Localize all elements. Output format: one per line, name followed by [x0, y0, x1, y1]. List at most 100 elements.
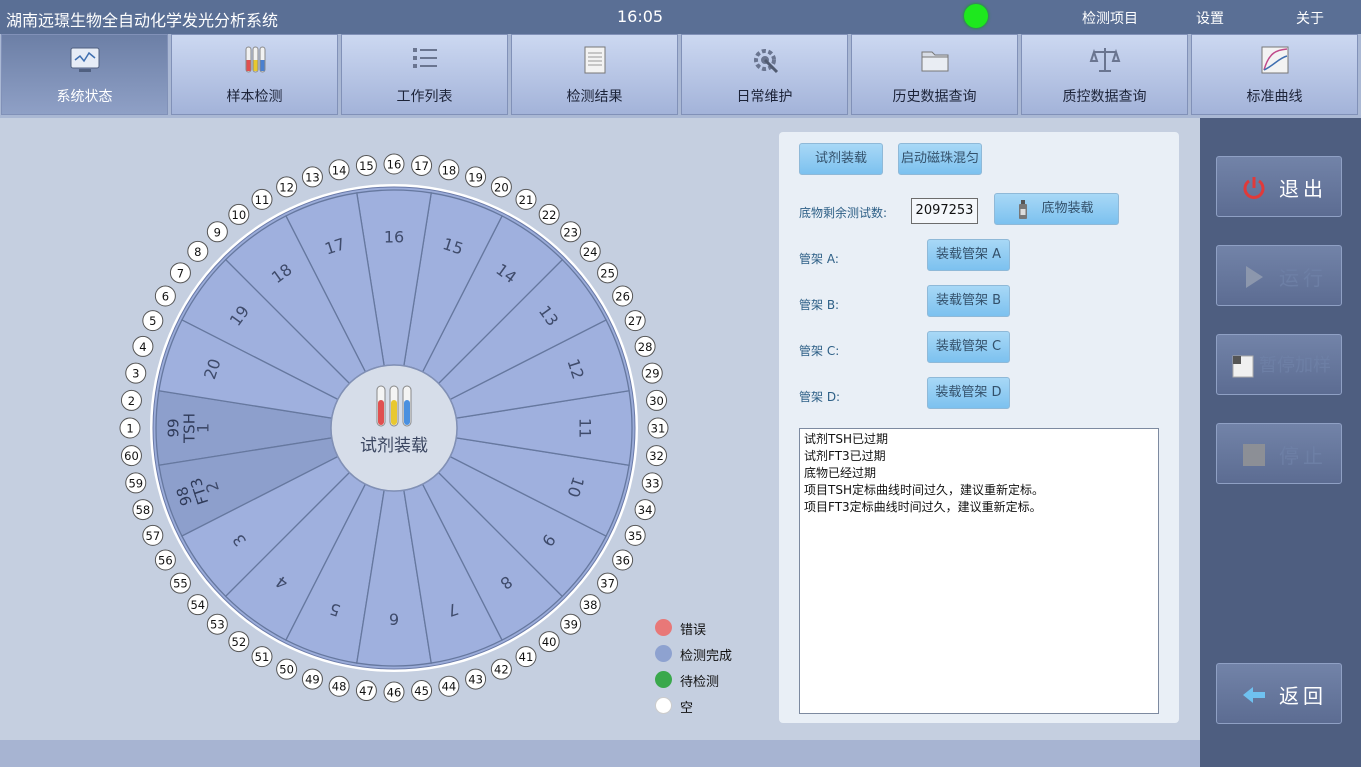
sample-position-label: 2 [128, 394, 135, 408]
sample-position-32[interactable]: 32 [646, 445, 668, 467]
reagent-name: TSH [181, 413, 199, 444]
tab-label: 检测结果 [566, 89, 623, 105]
sample-position-12[interactable]: 12 [276, 176, 298, 198]
tab-system-status[interactable]: 系统状态 [1, 34, 168, 115]
sample-position-41[interactable]: 41 [515, 646, 537, 668]
sample-position-59[interactable]: 59 [125, 472, 147, 494]
load-rack-d-button[interactable]: 装载管架 D [927, 377, 1010, 409]
exit-button[interactable]: 退出 [1216, 156, 1342, 217]
tab-sample-test[interactable]: 样本检测 [171, 34, 338, 115]
sample-position-25[interactable]: 25 [597, 262, 619, 284]
run-button[interactable]: 运行 [1216, 245, 1342, 306]
message-log[interactable]: 试剂TSH已过期 试剂FT3已过期 底物已经过期 项目TSH定标曲线时间过久，建… [799, 428, 1159, 714]
sample-position-44[interactable]: 44 [438, 675, 460, 697]
sample-position-53[interactable]: 53 [206, 613, 228, 635]
sample-position-24[interactable]: 24 [579, 240, 601, 262]
tab-qc-query[interactable]: 质控数据查询 [1021, 34, 1188, 115]
load-substrate-button[interactable]: 底物装载 [994, 193, 1119, 225]
menu-settings[interactable]: 设置 [1196, 8, 1224, 28]
sample-position-52[interactable]: 52 [228, 631, 250, 653]
sample-position-35[interactable]: 35 [624, 524, 646, 546]
sample-position-27[interactable]: 27 [624, 310, 646, 332]
sample-position-9[interactable]: 9 [206, 221, 228, 243]
tab-test-results[interactable]: 检测结果 [511, 34, 678, 115]
sample-position-45[interactable]: 45 [411, 680, 433, 702]
tab-label: 工作列表 [396, 89, 453, 105]
sample-position-42[interactable]: 42 [490, 658, 512, 680]
sample-position-56[interactable]: 56 [154, 549, 176, 571]
legend-label: 错误 [680, 623, 707, 638]
load-rack-b-button[interactable]: 装载管架 B [927, 285, 1010, 317]
start-mixing-button[interactable]: 启动磁珠混匀 [898, 143, 982, 175]
sample-position-49[interactable]: 49 [301, 668, 323, 690]
tab-history-query[interactable]: 历史数据查询 [851, 34, 1018, 115]
sample-position-48[interactable]: 48 [328, 675, 350, 697]
stop-button[interactable]: 停止 [1216, 423, 1342, 484]
tab-standard-curve[interactable]: 标准曲线 [1191, 34, 1358, 115]
clock: 16:05 [617, 7, 664, 26]
sample-position-8[interactable]: 8 [187, 240, 209, 262]
sample-position-51[interactable]: 51 [251, 646, 273, 668]
back-button[interactable]: 返回 [1216, 663, 1342, 724]
sample-position-10[interactable]: 10 [228, 203, 250, 225]
sample-position-47[interactable]: 47 [355, 680, 377, 702]
sample-position-15[interactable]: 15 [355, 154, 377, 176]
sample-position-label: 4 [139, 340, 146, 354]
sample-position-14[interactable]: 14 [328, 159, 350, 181]
sample-position-label: 32 [649, 449, 664, 463]
sample-position-label: 52 [232, 635, 247, 649]
sample-position-11[interactable]: 11 [251, 188, 273, 210]
sample-position-20[interactable]: 20 [490, 176, 512, 198]
sample-position-36[interactable]: 36 [612, 549, 634, 571]
load-rack-a-button[interactable]: 装载管架 A [927, 239, 1010, 271]
sample-position-22[interactable]: 22 [538, 203, 560, 225]
sample-position-17[interactable]: 17 [411, 154, 433, 176]
sample-position-26[interactable]: 26 [612, 285, 634, 307]
sample-position-31[interactable]: 31 [647, 417, 669, 439]
tab-work-list[interactable]: 工作列表 [341, 34, 508, 115]
sample-position-58[interactable]: 58 [132, 499, 154, 521]
sample-position-label: 24 [583, 245, 598, 259]
sample-position-label: 38 [583, 598, 598, 612]
pause-sampling-button[interactable]: 暂停加样 [1216, 334, 1342, 395]
sample-position-39[interactable]: 39 [560, 613, 582, 635]
sample-position-2[interactable]: 2 [120, 389, 142, 411]
menu-test-items[interactable]: 检测项目 [1082, 8, 1138, 28]
sample-position-30[interactable]: 30 [646, 389, 668, 411]
sample-position-13[interactable]: 13 [301, 166, 323, 188]
sample-position-54[interactable]: 54 [187, 594, 209, 616]
sample-position-7[interactable]: 7 [169, 262, 191, 284]
load-rack-c-button[interactable]: 装载管架 C [927, 331, 1010, 363]
sample-position-28[interactable]: 28 [634, 335, 656, 357]
sample-position-5[interactable]: 5 [142, 310, 164, 332]
load-reagent-button[interactable]: 试剂装载 [799, 143, 883, 175]
sample-position-18[interactable]: 18 [438, 159, 460, 181]
sample-position-40[interactable]: 40 [538, 631, 560, 653]
message-line: 项目TSH定标曲线时间过久，建议重新定标。 [804, 483, 1044, 497]
sample-position-46[interactable]: 46 [383, 681, 405, 703]
sample-position-38[interactable]: 38 [579, 594, 601, 616]
sample-position-label: 12 [279, 180, 294, 194]
tab-daily-maintenance[interactable]: 日常维护 [681, 34, 848, 115]
sample-position-34[interactable]: 34 [634, 499, 656, 521]
sample-position-23[interactable]: 23 [560, 221, 582, 243]
sample-position-21[interactable]: 21 [515, 188, 537, 210]
sample-position-50[interactable]: 50 [276, 658, 298, 680]
title-bar: 湖南远璟生物全自动化学发光分析系统 16:05 检测项目 设置 关于 [0, 0, 1361, 34]
menu-about[interactable]: 关于 [1296, 8, 1324, 28]
rack-c-label: 管架 C: [799, 344, 840, 358]
sample-position-29[interactable]: 29 [641, 362, 663, 384]
sample-position-1[interactable]: 1 [119, 417, 141, 439]
sample-position-6[interactable]: 6 [154, 285, 176, 307]
sample-position-16[interactable]: 16 [383, 153, 405, 175]
sample-position-33[interactable]: 33 [641, 472, 663, 494]
sample-position-4[interactable]: 4 [132, 335, 154, 357]
sample-position-55[interactable]: 55 [169, 572, 191, 594]
load-reagent-hub[interactable] [330, 364, 458, 492]
sample-position-60[interactable]: 60 [120, 445, 142, 467]
sample-position-57[interactable]: 57 [142, 524, 164, 546]
sample-position-3[interactable]: 3 [125, 362, 147, 384]
sample-position-19[interactable]: 19 [465, 166, 487, 188]
sample-position-43[interactable]: 43 [465, 668, 487, 690]
sample-position-37[interactable]: 37 [597, 572, 619, 594]
